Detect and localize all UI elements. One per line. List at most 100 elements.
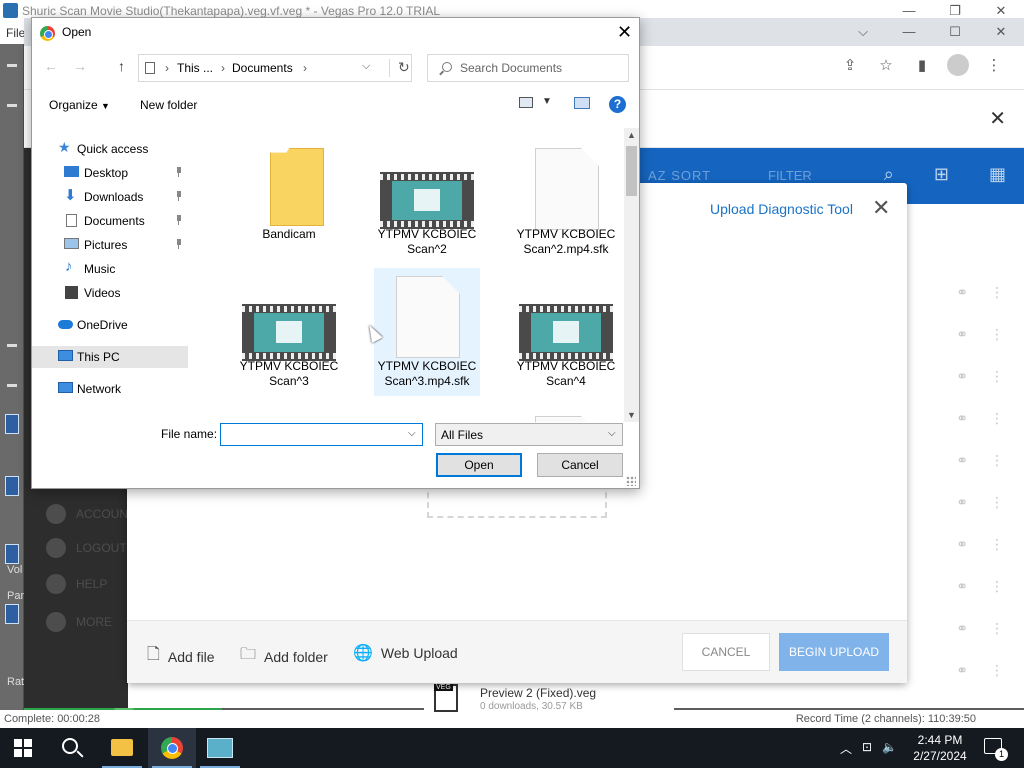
- scroll-up-icon[interactable]: ▲: [627, 130, 636, 140]
- track-header[interactable]: [5, 414, 19, 434]
- tree-item-network[interactable]: Network: [32, 378, 188, 400]
- search-box[interactable]: [427, 54, 629, 82]
- track-header[interactable]: [5, 476, 19, 496]
- file-list-item[interactable]: VEG Preview 2 (Fixed).veg 0 downloads, 3…: [424, 682, 674, 722]
- tree-item-downloads[interactable]: ⬇ Downloads: [32, 186, 188, 208]
- close-dialog-icon[interactable]: ✕: [617, 22, 632, 42]
- tree-item-pictures[interactable]: Pictures: [32, 234, 188, 256]
- organize-button[interactable]: Organize ▼: [49, 98, 110, 112]
- link-icon[interactable]: ⚭: [956, 662, 968, 679]
- kebab-icon[interactable]: ⋮: [990, 620, 1004, 637]
- chevron-right-icon[interactable]: ›: [303, 61, 307, 75]
- scroll-thumb[interactable]: [626, 146, 637, 196]
- cancel-button[interactable]: Cancel: [537, 453, 623, 477]
- chevron-right-icon[interactable]: ›: [165, 61, 169, 75]
- link-icon[interactable]: ⚭: [956, 494, 968, 511]
- close-banner-icon[interactable]: ✕: [989, 106, 1006, 131]
- sidebar-item-more[interactable]: MORE: [46, 612, 112, 632]
- close-modal-icon[interactable]: ✕: [872, 197, 890, 219]
- maximize-icon[interactable]: ☐: [932, 18, 978, 46]
- add-folder-button[interactable]: 🗀 Add folder: [240, 643, 328, 670]
- vertical-scrollbar[interactable]: ▲ ▼: [624, 128, 639, 422]
- link-icon[interactable]: ⚭: [956, 410, 968, 427]
- web-upload-button[interactable]: 🌐 Web Upload: [353, 643, 458, 663]
- link-icon[interactable]: ⚭: [956, 284, 968, 301]
- close-icon[interactable]: ✕: [978, 18, 1024, 46]
- sidebar-item-help[interactable]: HELP: [46, 574, 107, 594]
- address-bar[interactable]: › This ... › Documents › ⌵ ↻: [138, 54, 412, 82]
- add-file-button[interactable]: 🗋 Add file: [147, 643, 215, 670]
- refresh-icon[interactable]: ↻: [389, 59, 410, 77]
- file-item[interactable]: Bandicam: [236, 136, 342, 264]
- tree-item-documents[interactable]: Documents: [32, 210, 188, 232]
- kebab-icon[interactable]: ⋮: [990, 662, 1004, 679]
- file-name-input[interactable]: [225, 427, 395, 443]
- file-item[interactable]: YTPMV KCBOIEC Scan^3.mp4.sfk: [374, 268, 480, 396]
- kebab-icon[interactable]: ⋮: [990, 410, 1004, 427]
- file-name-combobox[interactable]: ⌵: [220, 423, 423, 446]
- cancel-upload-button[interactable]: CANCEL: [682, 633, 770, 671]
- taskbar-vegas[interactable]: [196, 728, 244, 768]
- resize-grip[interactable]: [626, 476, 636, 486]
- new-folder-icon[interactable]: ⊞: [934, 164, 949, 185]
- link-icon[interactable]: ⚭: [956, 620, 968, 637]
- preview-pane-icon[interactable]: [574, 97, 590, 109]
- file-item-partial[interactable]: [513, 406, 619, 422]
- tree-item-this-pc[interactable]: This PC: [32, 346, 188, 368]
- kebab-icon[interactable]: ⋮: [990, 326, 1004, 343]
- link-icon[interactable]: ⚭: [956, 452, 968, 469]
- chevron-down-icon[interactable]: ⌵: [408, 428, 416, 439]
- kebab-menu-icon[interactable]: ⋮: [982, 54, 1006, 78]
- begin-upload-button[interactable]: BEGIN UPLOAD: [779, 633, 889, 671]
- volume-muted-icon[interactable]: 🔈: [882, 740, 897, 757]
- scroll-down-icon[interactable]: ▼: [627, 410, 636, 420]
- file-item[interactable]: YTPMV KCBOIEC Scan^2: [374, 136, 480, 264]
- view-options-icon[interactable]: [519, 97, 533, 108]
- kebab-icon[interactable]: ⋮: [990, 452, 1004, 469]
- kebab-icon[interactable]: ⋮: [990, 494, 1004, 511]
- sidebar-item-logout[interactable]: LOGOUT: [46, 538, 127, 558]
- kebab-icon[interactable]: ⋮: [990, 368, 1004, 385]
- file-type-select[interactable]: All Files ⌵: [435, 423, 623, 446]
- link-icon[interactable]: ⚭: [956, 368, 968, 385]
- search-icon[interactable]: [62, 738, 78, 754]
- file-item[interactable]: YTPMV KCBOIEC Scan^3: [236, 268, 342, 396]
- side-panel-icon[interactable]: ▮: [910, 54, 934, 78]
- help-icon[interactable]: ?: [609, 96, 626, 113]
- file-item[interactable]: YTPMV KCBOIEC Scan^4: [513, 268, 619, 396]
- chevron-right-icon[interactable]: ›: [221, 61, 225, 75]
- profile-icon[interactable]: [946, 54, 970, 78]
- new-folder-button[interactable]: New folder: [140, 98, 197, 112]
- kebab-icon[interactable]: ⋮: [990, 284, 1004, 301]
- file-item[interactable]: YTPMV KCBOIEC Scan^2.mp4.sfk: [513, 136, 619, 264]
- forward-arrow-icon[interactable]: →: [73, 58, 87, 74]
- track-header[interactable]: [5, 544, 19, 564]
- tree-item-videos[interactable]: Videos: [32, 282, 188, 304]
- windows-start-icon[interactable]: [14, 739, 32, 757]
- network-icon[interactable]: ⊡: [862, 740, 872, 757]
- sort-button[interactable]: AZ SORT: [648, 168, 711, 183]
- taskbar-file-explorer[interactable]: [98, 728, 146, 768]
- bookmark-star-icon[interactable]: ☆: [874, 54, 898, 78]
- tree-item-quick-access[interactable]: ★ Quick access: [32, 138, 188, 160]
- chevron-down-icon[interactable]: ⌵: [362, 60, 370, 73]
- search-input[interactable]: [460, 60, 620, 76]
- filter-button[interactable]: FILTER: [768, 168, 812, 183]
- tree-item-music[interactable]: ♪ Music: [32, 258, 188, 280]
- kebab-icon[interactable]: ⋮: [990, 536, 1004, 553]
- link-icon[interactable]: ⚭: [956, 578, 968, 595]
- tree-item-onedrive[interactable]: OneDrive: [32, 314, 188, 336]
- minimize-icon[interactable]: —: [886, 18, 932, 46]
- share-icon[interactable]: ⇪: [838, 54, 862, 78]
- up-arrow-icon[interactable]: ↑: [118, 58, 125, 74]
- link-icon[interactable]: ⚭: [956, 536, 968, 553]
- grid-view-icon[interactable]: ▦: [989, 164, 1006, 185]
- breadcrumb-documents[interactable]: Documents: [232, 61, 293, 75]
- chevron-down-icon[interactable]: ⌵: [840, 18, 886, 46]
- chevron-up-icon[interactable]: ︿: [840, 740, 852, 757]
- taskbar-clock[interactable]: 2:44 PM 2/27/2024: [908, 732, 972, 764]
- search-icon[interactable]: ⌕: [884, 164, 894, 185]
- taskbar-chrome[interactable]: [148, 728, 196, 768]
- back-arrow-icon[interactable]: ←: [44, 58, 58, 74]
- kebab-icon[interactable]: ⋮: [990, 578, 1004, 595]
